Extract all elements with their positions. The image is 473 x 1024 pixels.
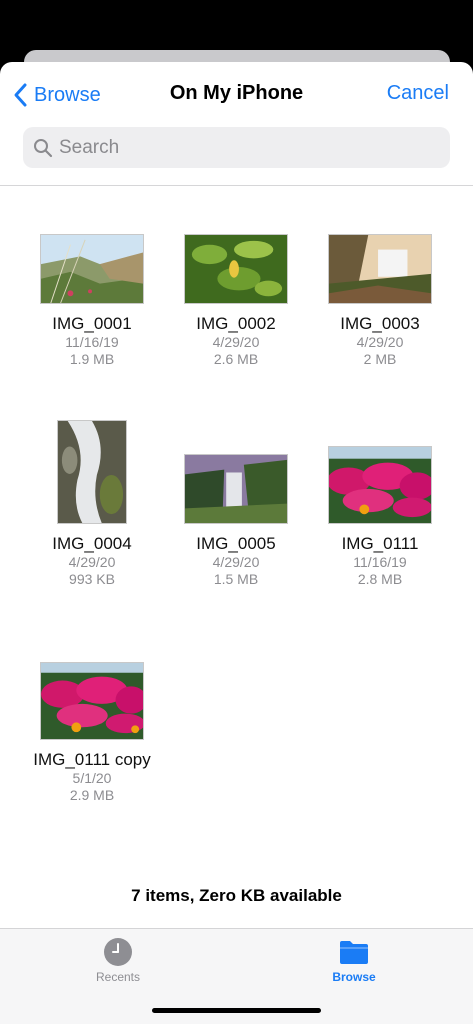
file-name: IMG_0111 — [341, 534, 419, 553]
thumbnail-image — [57, 420, 127, 524]
file-name: IMG_0003 — [340, 314, 420, 333]
folder-icon — [340, 941, 368, 964]
thumbnail-image — [40, 662, 144, 740]
divider — [0, 185, 473, 186]
thumbnail-image — [328, 446, 432, 524]
file-name: IMG_0111 copy — [33, 750, 151, 769]
file-browser-sheet: Browse On My iPhone Cancel Search IMG_00… — [0, 62, 473, 1024]
thumbnail-image — [328, 234, 432, 304]
file-size: 1.9 MB — [69, 351, 115, 367]
file-date: 11/16/19 — [65, 334, 119, 350]
file-item[interactable]: IMG_0004 4/29/20 993 KB — [17, 418, 167, 588]
file-item[interactable]: IMG_0111 11/16/19 2.8 MB — [305, 418, 455, 588]
file-date: 4/29/20 — [212, 334, 260, 350]
search-placeholder: Search — [59, 136, 120, 158]
file-name: IMG_0002 — [196, 314, 276, 333]
file-size: 1.5 MB — [213, 571, 259, 587]
storage-status: 7 items, Zero KB available — [131, 886, 342, 905]
file-date: 4/29/20 — [68, 554, 116, 570]
file-date: 4/29/20 — [212, 554, 260, 570]
file-date: 5/1/20 — [72, 770, 112, 786]
file-date: 11/16/19 — [353, 554, 407, 570]
search-icon — [34, 138, 53, 157]
file-item[interactable]: IMG_0003 4/29/20 2 MB — [305, 216, 455, 368]
file-size: 2.9 MB — [69, 787, 115, 803]
tab-recents[interactable]: Recents — [58, 937, 178, 984]
file-size: 993 KB — [69, 571, 115, 587]
file-item[interactable]: IMG_0111 copy 5/1/20 2.9 MB — [17, 652, 167, 804]
file-date: 4/29/20 — [356, 334, 404, 350]
file-size: 2.6 MB — [213, 351, 259, 367]
file-name: IMG_0004 — [52, 534, 132, 553]
file-size: 2 MB — [363, 351, 397, 367]
file-item[interactable]: IMG_0005 4/29/20 1.5 MB — [161, 418, 311, 588]
home-indicator[interactable] — [152, 1008, 321, 1013]
file-size: 2.8 MB — [357, 571, 403, 587]
file-name: IMG_0001 — [52, 314, 132, 333]
clock-icon — [104, 938, 132, 966]
tab-label: Browse — [332, 970, 376, 984]
navigation-bar: Browse On My iPhone Cancel — [0, 62, 473, 124]
cancel-button[interactable]: Cancel — [387, 82, 449, 105]
file-name: IMG_0005 — [196, 534, 276, 553]
search-input[interactable]: Search — [23, 127, 450, 168]
thumbnail-image — [184, 454, 288, 524]
thumbnail-image — [40, 234, 144, 304]
thumbnail-image — [184, 234, 288, 304]
tab-label: Recents — [95, 970, 141, 984]
file-item[interactable]: IMG_0002 4/29/20 2.6 MB — [161, 216, 311, 368]
tab-browse[interactable]: Browse — [294, 937, 414, 984]
file-item[interactable]: IMG_0001 11/16/19 1.9 MB — [17, 216, 167, 368]
